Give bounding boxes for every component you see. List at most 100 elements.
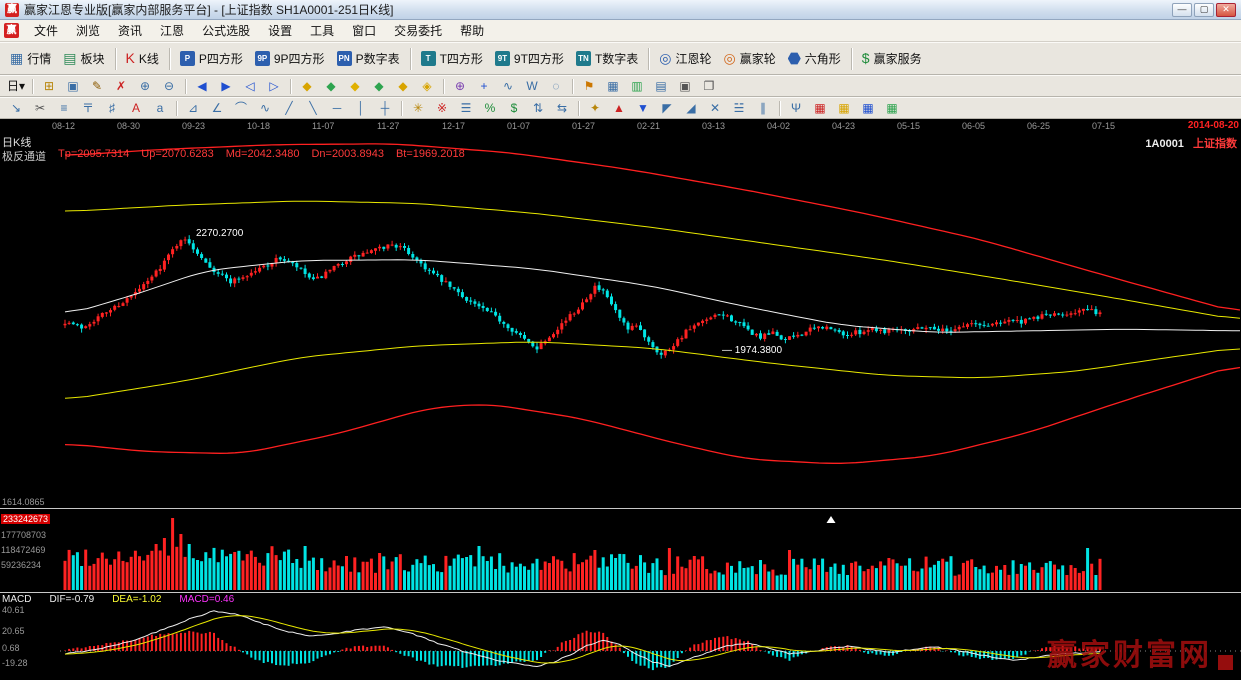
- reference-mark-icon[interactable]: ※: [430, 99, 454, 117]
- menu-items: 文件浏览资讯江恩公式选股设置工具窗口交易委托帮助: [25, 20, 493, 41]
- candlestick-chart-canvas[interactable]: [0, 133, 1241, 508]
- menu-item-文件[interactable]: 文件: [25, 20, 67, 41]
- date-axis[interactable]: 2014-08-20 08-1208-3009-2310-1811-0711-2…: [0, 119, 1241, 133]
- quotes-button[interactable]: ▦行情: [4, 47, 57, 70]
- go-first-icon[interactable]: ◀: [190, 77, 214, 95]
- volume-panel[interactable]: 233242673 177708703 118472469 59236234: [0, 508, 1241, 592]
- hexagon-button[interactable]: 六角形: [782, 47, 847, 70]
- parallel-channel-icon[interactable]: ∥: [751, 99, 775, 117]
- maximize-button[interactable]: ▢: [1194, 3, 1214, 17]
- menu-item-帮助[interactable]: 帮助: [451, 20, 493, 41]
- menu-item-江恩[interactable]: 江恩: [151, 20, 193, 41]
- wave-tool-icon[interactable]: ∿: [496, 77, 520, 95]
- diamond-green-2-icon[interactable]: ◆: [367, 77, 391, 95]
- grid-small-icon[interactable]: ▦: [601, 77, 625, 95]
- macd-dea-value: DEA=-1.02: [112, 594, 161, 605]
- doc-icon[interactable]: ▤: [649, 77, 673, 95]
- go-last-icon[interactable]: ▶: [214, 77, 238, 95]
- cross-lines-icon[interactable]: ┼: [373, 99, 397, 117]
- flag-icon[interactable]: ⚑: [577, 77, 601, 95]
- angle-icon[interactable]: ∠: [205, 99, 229, 117]
- menu-item-交易委托[interactable]: 交易委托: [385, 20, 451, 41]
- sectors-button[interactable]: ▤板块: [57, 47, 110, 70]
- diamond-gold-2-icon[interactable]: ◆: [343, 77, 367, 95]
- edit-pencil-icon[interactable]: ✎: [85, 77, 109, 95]
- menu-logo-icon: 赢: [4, 23, 19, 38]
- chart-bars-icon[interactable]: ▥: [625, 77, 649, 95]
- percent-tool-icon[interactable]: %: [478, 99, 502, 117]
- marker-post-icon[interactable]: 〒: [76, 99, 100, 117]
- stack-blue-icon[interactable]: ▦: [856, 99, 880, 117]
- right-triangle-icon[interactable]: ⊿: [181, 99, 205, 117]
- menu-item-资讯[interactable]: 资讯: [109, 20, 151, 41]
- winner-service-button[interactable]: $赢家服务: [856, 47, 928, 70]
- stack-gold-icon[interactable]: ▦: [832, 99, 856, 117]
- trend-line-up-icon[interactable]: ╱: [277, 99, 301, 117]
- overlay-grid-icon[interactable]: ⊞: [37, 77, 61, 95]
- swap-horizontal-icon[interactable]: ⇆: [550, 99, 574, 117]
- menu-item-设置[interactable]: 设置: [259, 20, 301, 41]
- kline-button[interactable]: KK线: [120, 47, 165, 70]
- diamond-gold-3-icon[interactable]: ◆: [391, 77, 415, 95]
- horizontal-line-icon[interactable]: ─: [325, 99, 349, 117]
- main-chart-panel[interactable]: 日K线 极反通道 Tp=2095.7314 Up=2070.6283 Md=20…: [0, 133, 1241, 508]
- triangle-down-icon[interactable]: ▼: [631, 99, 655, 117]
- p-square-button[interactable]: PP四方形: [174, 47, 249, 70]
- zoom-in-icon[interactable]: ⊕: [133, 77, 157, 95]
- t-number-table-button[interactable]: TNT数字表: [570, 47, 644, 70]
- stack-green-icon[interactable]: ▦: [880, 99, 904, 117]
- move-resize-icon[interactable]: ↘: [4, 99, 28, 117]
- diamond-ring-icon[interactable]: ◈: [415, 77, 439, 95]
- ruler-icon[interactable]: ≡: [52, 99, 76, 117]
- menu-item-公式选股[interactable]: 公式选股: [193, 20, 259, 41]
- scissors-icon[interactable]: ✂: [28, 99, 52, 117]
- corner-tl-icon[interactable]: ◤: [655, 99, 679, 117]
- 9t-square-button[interactable]: 9T9T四方形: [489, 47, 570, 70]
- menu-item-窗口[interactable]: 窗口: [343, 20, 385, 41]
- w-percent-icon[interactable]: W: [520, 77, 544, 95]
- volume-chart-canvas[interactable]: [0, 509, 1241, 592]
- t-square-button[interactable]: TT四方形: [415, 47, 489, 70]
- watermark-seal-icon: [1218, 655, 1233, 670]
- arc-icon[interactable]: ⌒: [229, 99, 253, 117]
- save-icon[interactable]: ▣: [673, 77, 697, 95]
- diamond-gold-1-icon[interactable]: ◆: [295, 77, 319, 95]
- minimize-button[interactable]: —: [1172, 3, 1192, 17]
- period-day-icon[interactable]: 日▾: [4, 77, 28, 95]
- swap-vertical-icon[interactable]: ⇅: [526, 99, 550, 117]
- target-icon[interactable]: ⊕: [448, 77, 472, 95]
- sparkle-icon[interactable]: ✦: [583, 99, 607, 117]
- macd-hist-value: MACD=0.46: [179, 594, 234, 605]
- winner-wheel-button[interactable]: ◎赢家轮: [718, 47, 782, 70]
- crosshair-icon[interactable]: +: [472, 77, 496, 95]
- diamond-green-1-icon[interactable]: ◆: [319, 77, 343, 95]
- p-number-table-button[interactable]: PNP数字表: [331, 47, 406, 70]
- menu-item-工具[interactable]: 工具: [301, 20, 343, 41]
- gann-fan-icon[interactable]: ✕: [703, 99, 727, 117]
- star-tool-icon[interactable]: ✳: [406, 99, 430, 117]
- go-next-icon[interactable]: ▷: [262, 77, 286, 95]
- print-icon[interactable]: ❐: [697, 77, 721, 95]
- fib-levels-icon[interactable]: ☰: [454, 99, 478, 117]
- menu-item-浏览[interactable]: 浏览: [67, 20, 109, 41]
- new-window-icon[interactable]: ▣: [61, 77, 85, 95]
- zoom-out-icon[interactable]: ⊖: [157, 77, 181, 95]
- go-prev-icon[interactable]: ◁: [238, 77, 262, 95]
- close-button[interactable]: ✕: [1216, 3, 1236, 17]
- text-small-icon[interactable]: a: [148, 99, 172, 117]
- triangle-up-icon[interactable]: ▲: [607, 99, 631, 117]
- vertical-line-icon[interactable]: │: [349, 99, 373, 117]
- 9p-square-button[interactable]: 9P9P四方形: [249, 47, 331, 70]
- trend-line-down-icon[interactable]: ╲: [301, 99, 325, 117]
- stack-red-icon[interactable]: ▦: [808, 99, 832, 117]
- search-icon[interactable]: ◌: [544, 77, 568, 95]
- sine-wave-icon[interactable]: ∿: [253, 99, 277, 117]
- corner-br-icon[interactable]: ◢: [679, 99, 703, 117]
- gann-grid-icon[interactable]: ☱: [727, 99, 751, 117]
- text-large-icon[interactable]: A: [124, 99, 148, 117]
- sharp-icon[interactable]: ♯: [100, 99, 124, 117]
- price-tool-icon[interactable]: $: [502, 99, 526, 117]
- pitchfork-icon[interactable]: Ψ: [784, 99, 808, 117]
- gann-wheel-button[interactable]: ◎江恩轮: [653, 47, 717, 70]
- delete-x-icon[interactable]: ✗: [109, 77, 133, 95]
